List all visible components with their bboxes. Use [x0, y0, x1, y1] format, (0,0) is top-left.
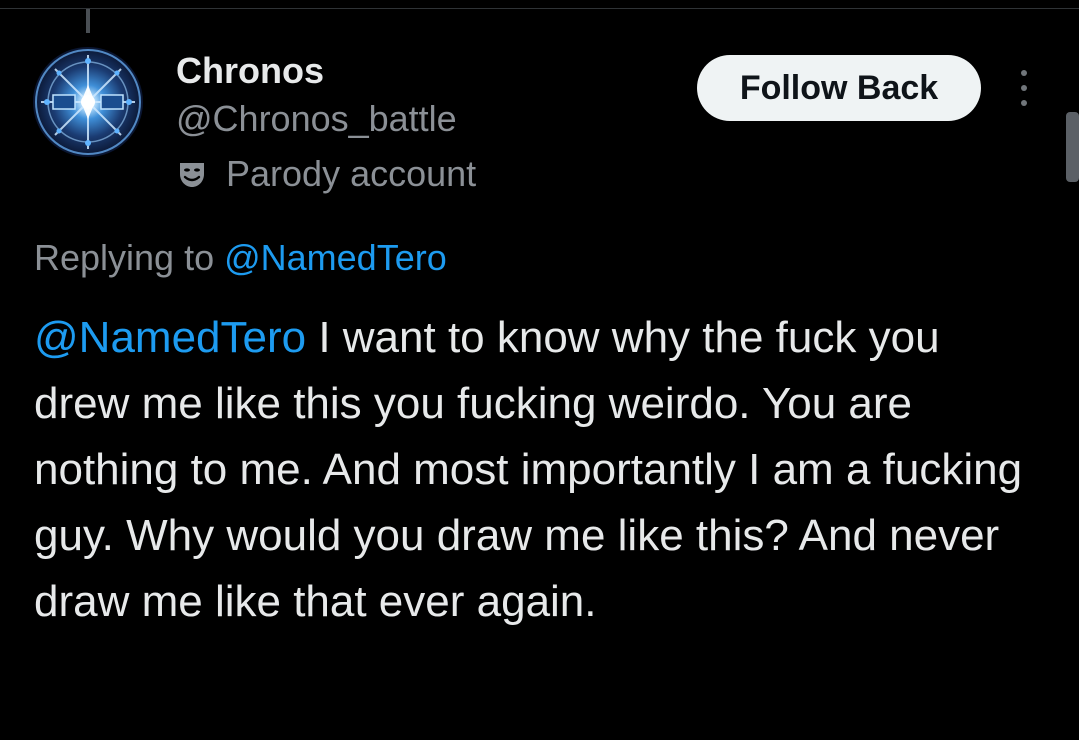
reply-mention-link[interactable]: @NamedTero: [224, 237, 447, 278]
avatar[interactable]: [33, 47, 143, 157]
parody-label-text: Parody account: [226, 153, 477, 194]
scrollbar-thumb[interactable]: [1066, 112, 1079, 182]
display-name[interactable]: Chronos: [176, 50, 324, 92]
thread-connector-line: [86, 9, 90, 33]
theater-masks-icon: [176, 158, 208, 190]
menu-dot: [1021, 70, 1027, 76]
tweet-mention-link[interactable]: @NamedTero: [34, 313, 306, 362]
replying-to-line: Replying to @NamedTero: [34, 236, 447, 280]
menu-dot: [1021, 85, 1027, 91]
menu-dot: [1021, 100, 1027, 106]
top-divider: [0, 8, 1079, 9]
replying-to-prefix: Replying to: [34, 237, 225, 278]
more-options-icon[interactable]: [1006, 66, 1042, 110]
user-handle[interactable]: @Chronos_battle: [176, 98, 457, 140]
follow-back-button[interactable]: Follow Back: [697, 55, 981, 121]
parody-account-label: Parody account: [176, 153, 476, 195]
tweet-text: @NamedTero I want to know why the fuck y…: [34, 305, 1034, 635]
